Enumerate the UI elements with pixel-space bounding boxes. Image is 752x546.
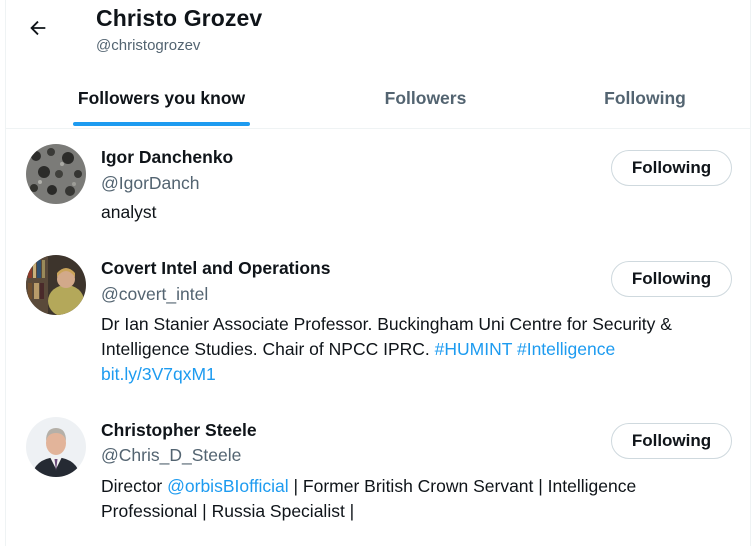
arrow-left-icon xyxy=(30,20,46,36)
user-bio: Director @orbisBIofficial | Former Briti… xyxy=(101,474,721,524)
user-name[interactable]: Covert Intel and Operations xyxy=(101,258,330,279)
tab-label: Following xyxy=(604,87,686,108)
tab-bar: Followers you know Followers Following xyxy=(6,68,750,128)
url-link[interactable]: bit.ly/3V7qxM1 xyxy=(101,364,216,384)
avatar[interactable] xyxy=(26,144,86,204)
following-button[interactable]: Following xyxy=(611,261,732,297)
user-cell[interactable]: Igor Danchenko @IgorDanch Following anal… xyxy=(6,129,750,240)
following-button[interactable]: Following xyxy=(611,150,732,186)
hashtag-link[interactable]: #HUMINT xyxy=(435,339,512,359)
tab-label: Followers xyxy=(384,87,467,108)
profile-handle: @christogrozev xyxy=(96,37,201,54)
active-tab-indicator xyxy=(73,122,250,126)
user-bio: Dr Ian Stanier Associate Professor. Buck… xyxy=(101,312,735,387)
user-handle[interactable]: @IgorDanch xyxy=(101,173,200,194)
user-bio: analyst xyxy=(101,200,735,225)
bio-text: Director xyxy=(101,476,168,496)
tab-followers-you-know[interactable]: Followers you know xyxy=(6,68,317,128)
user-cell[interactable]: Christopher Steele @Chris_D_Steele Follo… xyxy=(6,402,750,546)
avatar[interactable] xyxy=(26,417,86,477)
tab-followers[interactable]: Followers xyxy=(317,68,534,128)
following-button[interactable]: Following xyxy=(611,423,732,459)
hashtag-link[interactable]: #Intelligence xyxy=(517,339,615,359)
tab-following[interactable]: Following xyxy=(534,68,752,128)
bio-text: analyst xyxy=(101,202,157,222)
user-handle[interactable]: @Chris_D_Steele xyxy=(101,445,241,466)
user-name[interactable]: Christopher Steele xyxy=(101,420,257,441)
user-cell[interactable]: Covert Intel and Operations @covert_inte… xyxy=(6,240,750,402)
avatar[interactable] xyxy=(26,255,86,315)
tab-label: Followers you know xyxy=(77,87,246,108)
user-name[interactable]: Igor Danchenko xyxy=(101,147,233,168)
back-button[interactable] xyxy=(18,8,58,48)
mention-link[interactable]: @orbisBIofficial xyxy=(167,476,289,496)
profile-name: Christo Grozev xyxy=(96,5,263,31)
user-handle[interactable]: @covert_intel xyxy=(101,284,208,305)
